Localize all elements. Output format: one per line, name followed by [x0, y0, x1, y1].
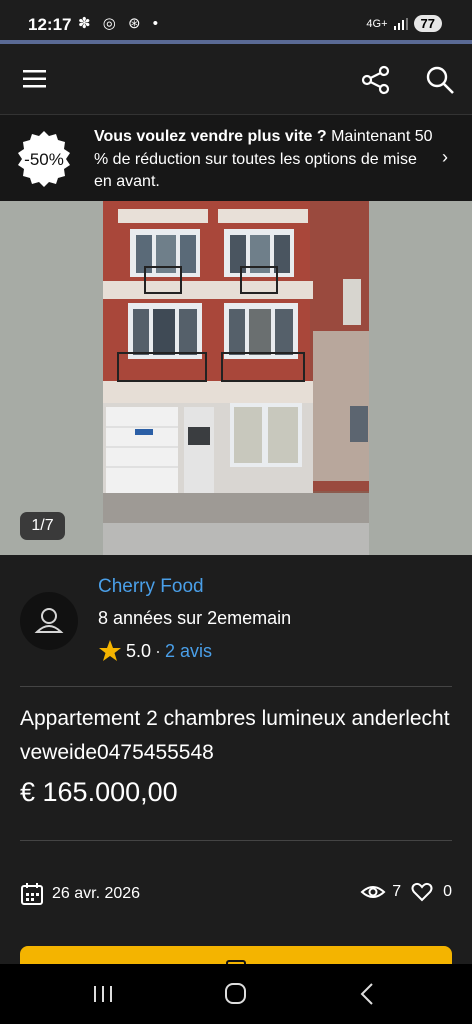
- seller-membership: 8 années sur 2ememain: [98, 608, 292, 628]
- hamburger-icon[interactable]: [22, 68, 48, 90]
- user-icon: [34, 608, 64, 633]
- home-icon[interactable]: [224, 982, 248, 1006]
- system-nav-bar: [0, 964, 472, 1024]
- rating-separator: ·: [155, 640, 162, 661]
- divider-top: [20, 686, 452, 687]
- date-label: 26 avr. 2026: [52, 885, 141, 902]
- likes-count: 0: [443, 883, 452, 900]
- reviews-link[interactable]: 2 avis: [165, 641, 212, 662]
- star-icon: [99, 640, 121, 661]
- listing-price: € 165.000,00: [20, 777, 178, 807]
- battery-indicator: 77: [413, 15, 442, 32]
- listing-photo[interactable]: [0, 201, 472, 555]
- promo-text-bold: Vous voulez vendre plus vite ?: [94, 128, 327, 145]
- listing-date: 26 avr. 2026: [20, 882, 140, 906]
- listing-stats: 7 0: [360, 882, 452, 902]
- listing-meta: 26 avr. 2026 7 0: [20, 882, 452, 908]
- notification-icons: ✽ ◎ ⊛ •: [78, 15, 162, 32]
- heart-icon[interactable]: [411, 882, 433, 902]
- promo-banner[interactable]: -50% Vous voulez vendre plus vite ? Main…: [0, 115, 472, 201]
- status-bar: 12:17 ✽ ◎ ⊛ • 4G+ 77: [0, 0, 472, 40]
- divider-bottom: [20, 840, 452, 841]
- views-count: 7: [392, 883, 402, 900]
- listing-title: Appartement 2 chambres lumineux anderlec…: [20, 707, 450, 764]
- signal-icon: [393, 17, 408, 30]
- network-label: 4G+: [366, 17, 388, 30]
- photo-counter: 1/7: [20, 512, 65, 540]
- seller-rating: 5.0 · 2 avis: [98, 639, 212, 663]
- status-right: 4G+ 77: [366, 15, 442, 32]
- avatar[interactable]: [20, 592, 78, 650]
- discount-label: -50%: [24, 150, 64, 169]
- search-icon[interactable]: [425, 65, 455, 95]
- chevron-right-icon[interactable]: ›: [442, 147, 448, 168]
- eye-icon: [360, 886, 386, 898]
- recent-apps-icon[interactable]: [92, 984, 114, 1004]
- app-bar: [0, 44, 472, 115]
- seller-name-link[interactable]: Cherry Food: [98, 576, 204, 598]
- rating-value: 5.0: [126, 640, 152, 661]
- building-image: [0, 201, 472, 555]
- calendar-icon: [21, 883, 43, 905]
- promo-text: Vous voulez vendre plus vite ? Maintenan…: [94, 126, 434, 194]
- status-time: 12:17: [28, 15, 72, 34]
- discount-badge: -50%: [18, 131, 70, 187]
- share-icon[interactable]: [361, 65, 391, 95]
- back-icon[interactable]: [358, 982, 378, 1006]
